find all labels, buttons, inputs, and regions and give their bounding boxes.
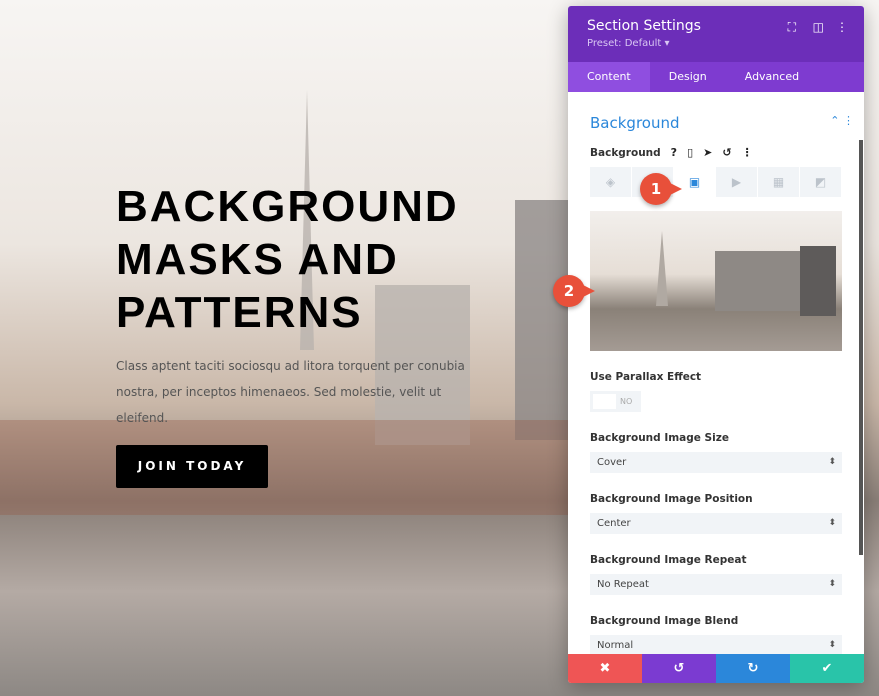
pattern-icon[interactable]: ▦ bbox=[758, 167, 800, 197]
background-label: Background bbox=[590, 146, 661, 159]
close-icon[interactable]: ✖ bbox=[568, 654, 642, 683]
hero-text: Class aptent taciti sociosqu ad litora t… bbox=[116, 359, 465, 425]
hero: BACKGROUND MASKS AND PATTERNS Class apte… bbox=[116, 180, 486, 488]
join-today-button[interactable]: JOIN TODAY bbox=[116, 445, 268, 488]
more-options-icon[interactable]: ⋮ bbox=[836, 20, 848, 34]
image-size-select[interactable]: Cover bbox=[590, 452, 842, 473]
save-check-icon[interactable]: ✔ bbox=[790, 654, 864, 683]
tab-design[interactable]: Design bbox=[650, 62, 726, 92]
undo-icon[interactable]: ↺ bbox=[642, 654, 716, 683]
chevron-up-icon[interactable]: ⌃ ⋮ bbox=[830, 114, 854, 127]
image-size-label: Background Image Size bbox=[590, 432, 729, 444]
tab-content[interactable]: Content bbox=[568, 62, 650, 92]
reset-icon[interactable]: ↺ bbox=[722, 146, 731, 159]
panel-header: Section Settings Preset: Default ▾ ⛶ ◫ ⋮ bbox=[568, 6, 864, 62]
preset-dropdown[interactable]: Preset: Default ▾ bbox=[587, 38, 845, 49]
video-icon[interactable]: ▶ bbox=[716, 167, 758, 197]
background-image-preview[interactable] bbox=[590, 211, 842, 351]
parallax-label: Use Parallax Effect bbox=[590, 371, 702, 383]
mobile-icon[interactable]: ▯ bbox=[687, 146, 693, 159]
parallax-value: NO bbox=[620, 397, 633, 406]
image-blend-select[interactable]: Normal bbox=[590, 635, 842, 656]
panel-scrollbar[interactable] bbox=[859, 140, 863, 555]
image-position-label: Background Image Position bbox=[590, 493, 753, 505]
hover-cursor-icon[interactable]: ➤ bbox=[703, 146, 712, 159]
tab-advanced[interactable]: Advanced bbox=[726, 62, 818, 92]
section-settings-panel: Section Settings Preset: Default ▾ ⛶ ◫ ⋮… bbox=[568, 6, 864, 683]
background-label-row: Background ? ▯ ➤ ↺ ⋮ bbox=[590, 146, 842, 159]
step-badge-1: 1 bbox=[640, 173, 682, 205]
more-icon[interactable]: ⋮ bbox=[742, 146, 753, 159]
image-blend-label: Background Image Blend bbox=[590, 615, 739, 627]
background-type-tabs: ◈ ▣ ▶ ▦ ◩ bbox=[590, 167, 842, 197]
step-badge-2: 2 bbox=[553, 275, 595, 307]
fullscreen-icon[interactable]: ⛶ bbox=[788, 20, 796, 35]
background-section-toggle[interactable]: Background ⌃ ⋮ bbox=[590, 114, 854, 132]
panel-footer: ✖ ↺ ↻ ✔ bbox=[568, 654, 864, 683]
sidebar-layout-icon[interactable]: ◫ bbox=[813, 20, 824, 34]
background-building bbox=[515, 200, 570, 440]
image-position-select[interactable]: Center bbox=[590, 513, 842, 534]
section-title: Background bbox=[590, 114, 680, 132]
color-fill-icon[interactable]: ◈ bbox=[590, 167, 632, 197]
panel-title: Section Settings bbox=[587, 18, 701, 34]
hero-title: BACKGROUND MASKS AND PATTERNS bbox=[116, 182, 459, 337]
image-repeat-select[interactable]: No Repeat bbox=[590, 574, 842, 595]
mask-icon[interactable]: ◩ bbox=[800, 167, 842, 197]
redo-icon[interactable]: ↻ bbox=[716, 654, 790, 683]
help-icon[interactable]: ? bbox=[671, 146, 677, 159]
parallax-toggle[interactable]: NO bbox=[590, 391, 641, 412]
tabs: Content Design Advanced bbox=[568, 62, 864, 92]
image-repeat-label: Background Image Repeat bbox=[590, 554, 747, 566]
